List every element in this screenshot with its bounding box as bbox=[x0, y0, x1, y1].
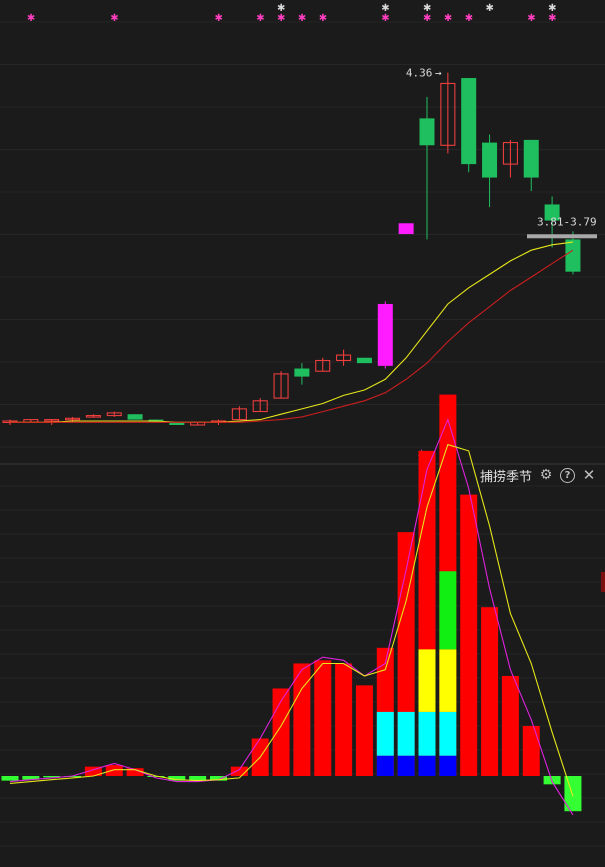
high-price-label: 4.36 bbox=[406, 67, 433, 80]
overlay-blue-block bbox=[439, 755, 457, 776]
candle-body-down bbox=[523, 139, 539, 178]
bar-positive bbox=[335, 663, 353, 776]
white-star-icon: ✱ bbox=[277, 3, 285, 14]
ma-short-line bbox=[10, 241, 574, 423]
pink-star-icon: ✱ bbox=[277, 13, 285, 24]
pink-star-icon: ✱ bbox=[298, 13, 306, 24]
overlay-cyan-block bbox=[418, 711, 436, 756]
bar-positive bbox=[501, 675, 519, 776]
help-icon[interactable]: ? bbox=[560, 467, 576, 483]
candle-body-down bbox=[482, 142, 498, 178]
overlay-blue-block bbox=[376, 755, 394, 776]
candle-body-highlight bbox=[377, 303, 393, 366]
pink-star-icon: ✱ bbox=[319, 13, 327, 24]
pink-star-icon: ✱ bbox=[215, 13, 223, 24]
close-icon[interactable]: ✕ bbox=[581, 466, 597, 484]
candle-body-down bbox=[127, 414, 143, 420]
pink-star-icon: ✱ bbox=[444, 13, 452, 24]
candle-body-down bbox=[356, 357, 372, 364]
bar-positive bbox=[314, 660, 332, 776]
overlay-yellow-block bbox=[418, 649, 436, 712]
pink-star-icon: ✱ bbox=[423, 13, 431, 24]
grid-lines bbox=[0, 21, 605, 448]
overlay-cyan-block bbox=[397, 711, 415, 756]
sub-panel-header: 捕捞季节 ⚙ ? ✕ bbox=[480, 464, 597, 486]
white-star-icon: ✱ bbox=[548, 3, 556, 14]
bar-positive bbox=[355, 685, 373, 776]
ma-long-line bbox=[10, 249, 574, 423]
bar-positive bbox=[105, 765, 123, 776]
overlay-cyan-block bbox=[439, 711, 457, 756]
pink-star-icon: ✱ bbox=[381, 13, 389, 24]
bar-positive bbox=[293, 663, 311, 776]
bar-negative bbox=[1, 776, 19, 781]
high-price-arrow-icon: → bbox=[435, 67, 442, 80]
overlay-cyan-block bbox=[376, 711, 394, 756]
overlay-blue-block bbox=[418, 755, 436, 776]
pink-star-icon: ✱ bbox=[548, 13, 556, 24]
candle-body-down bbox=[419, 118, 435, 146]
pink-star-icon: ✱ bbox=[256, 13, 264, 24]
pink-star-icon: ✱ bbox=[27, 13, 35, 24]
sub-panel-title: 捕捞季节 bbox=[480, 469, 533, 485]
candle-body-down bbox=[294, 368, 310, 377]
candlestick-series bbox=[2, 72, 581, 426]
bar-positive bbox=[481, 607, 499, 776]
price-range-bar bbox=[527, 234, 597, 239]
signal-markers: ✱ ✱ ✱ ✱ ✱ ✱ ✱ ✱ ✱ ✱ ✱ ✱ ✱✱ ✱ ✱ ✱ ✱ bbox=[27, 3, 557, 24]
white-star-icon: ✱ bbox=[486, 3, 494, 14]
price-range-label: 3.81-3.79 bbox=[537, 215, 597, 228]
stock-chart[interactable]: ✱ ✱ ✱ ✱ ✱ ✱ ✱ ✱ ✱ ✱ ✱ ✱ ✱✱ ✱ ✱ ✱ ✱ 4.36 → 3.81-3.79 bbox=[0, 0, 605, 867]
candle-body-highlight bbox=[398, 223, 414, 235]
overlay-yellow-block bbox=[439, 649, 457, 712]
candle-body-down bbox=[461, 78, 477, 165]
moving-average-lines bbox=[10, 241, 574, 423]
pink-star-icon: ✱ bbox=[110, 13, 118, 24]
white-star-icon: ✱ bbox=[423, 3, 431, 14]
indicator-bars bbox=[1, 394, 582, 812]
bar-positive bbox=[460, 494, 478, 776]
overlay-blue-block bbox=[397, 755, 415, 776]
price-annotations: 4.36 → 3.81-3.79 bbox=[406, 67, 597, 239]
overlay-green-block bbox=[439, 571, 457, 650]
bar-positive bbox=[522, 725, 540, 776]
settings-gear-icon[interactable]: ⚙ bbox=[538, 467, 554, 483]
white-star-icon: ✱ bbox=[381, 3, 389, 14]
candle-body-down bbox=[565, 239, 581, 272]
pink-star-icon: ✱ bbox=[465, 13, 473, 24]
side-tab-marker[interactable] bbox=[601, 572, 605, 592]
pink-star-icon: ✱ bbox=[527, 13, 535, 24]
